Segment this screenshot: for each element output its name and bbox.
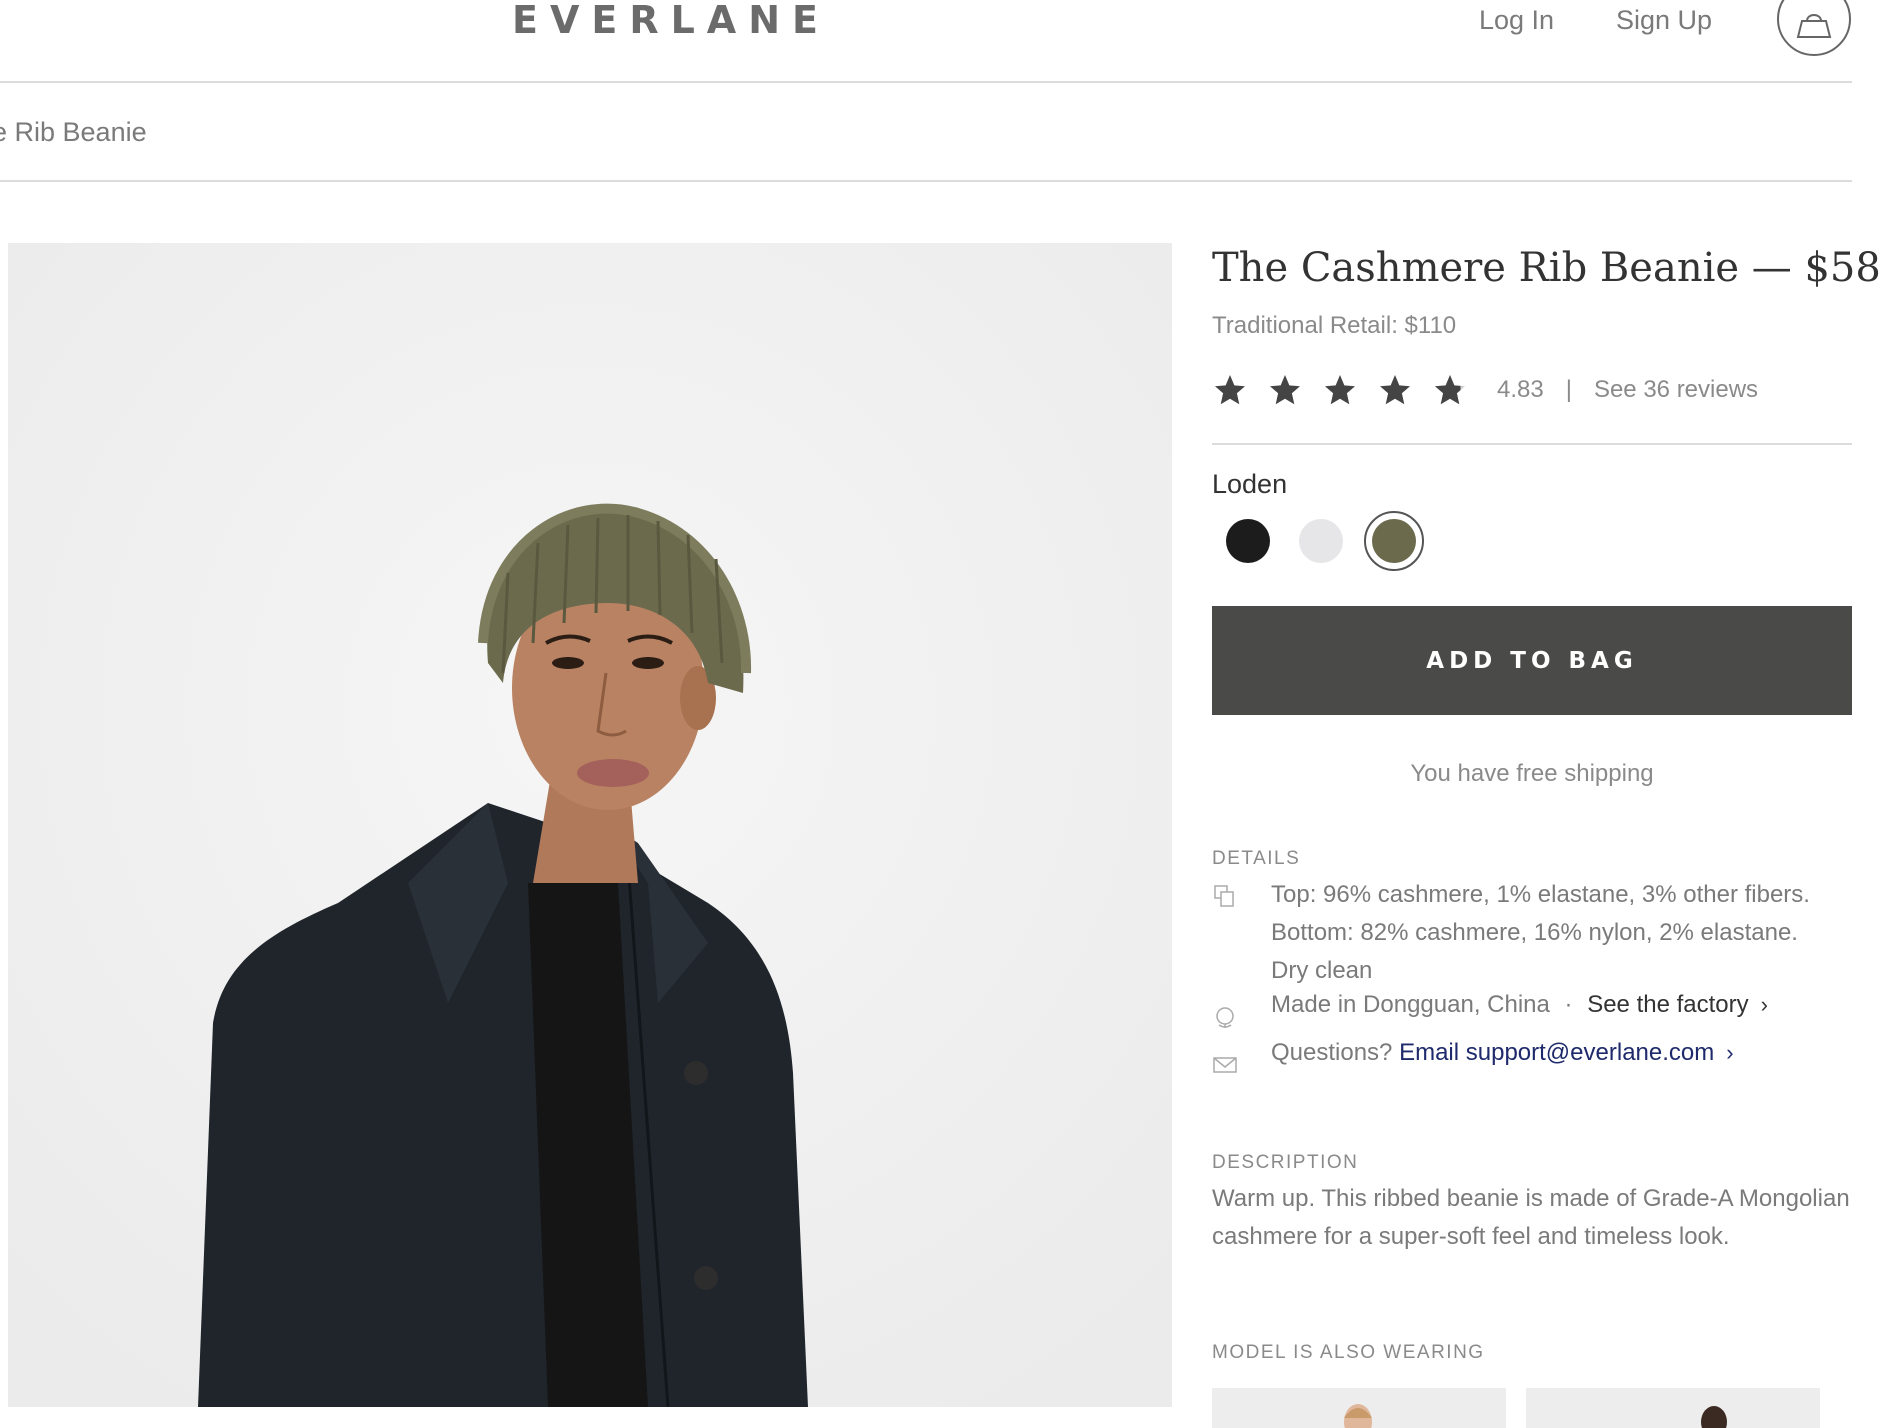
swatch-black-dot <box>1226 519 1270 563</box>
rating-divider <box>1212 443 1852 445</box>
shipping-note: You have free shipping <box>1410 760 1654 787</box>
swatch-loden[interactable] <box>1364 511 1424 571</box>
star-icon <box>1380 375 1410 405</box>
brand-logo[interactable]: EVERLANE <box>512 0 830 40</box>
description-text: Warm up. This ribbed beanie is made of G… <box>1212 1185 1850 1250</box>
related-product-photo <box>1701 1406 1727 1428</box>
mail-icon <box>1213 1057 1237 1073</box>
partial-star-icon <box>1435 375 1465 405</box>
rating-separator: | <box>1565 376 1572 403</box>
rating-value: 4.83 <box>1497 376 1544 403</box>
see-factory-label: See the factory <box>1587 991 1749 1018</box>
questions-info: Questions? Email support@everlane.com › <box>1271 1034 1851 1072</box>
details-heading: DETAILS <box>1212 848 1301 869</box>
materials-info: Top: 96% cashmere, 1% elastane, 3% other… <box>1271 876 1851 990</box>
product-image[interactable] <box>8 243 1172 1407</box>
star-icon <box>1270 375 1300 405</box>
related-product-thumb[interactable] <box>1526 1388 1820 1428</box>
traditional-retail: Traditional Retail: $110 <box>1212 312 1457 339</box>
swatch-loden-dot <box>1372 519 1416 563</box>
model-wearing-heading: MODEL IS ALSO WEARING <box>1212 1342 1485 1363</box>
origin-text: Made in Dongguan, China <box>1271 991 1550 1018</box>
chevron-right-icon: › <box>1760 992 1768 1017</box>
add-to-bag-button[interactable]: ADD TO BAG <box>1212 606 1852 715</box>
model-photo <box>8 243 1172 1407</box>
swatch-light-grey[interactable] <box>1291 511 1351 571</box>
description-heading: DESCRIPTION <box>1212 1152 1359 1173</box>
email-support-link[interactable]: Email support@everlane.com › <box>1399 1039 1734 1066</box>
see-reviews-link[interactable]: See 36 reviews <box>1594 376 1758 404</box>
header-divider <box>0 81 1852 83</box>
product-page: EVERLANE Log In Sign Up e Rib Beanie The… <box>0 0 1904 1428</box>
care-instructions: Dry clean <box>1271 957 1373 984</box>
cart-button[interactable] <box>1777 0 1851 56</box>
breadcrumb-divider <box>0 180 1852 182</box>
swatch-black[interactable] <box>1218 511 1278 571</box>
origin-info: Made in Dongguan, China · See the factor… <box>1271 986 1851 1024</box>
shopping-bag-icon <box>1796 14 1832 38</box>
materials-line-1: Top: 96% cashmere, 1% elastane, 3% other… <box>1271 881 1810 908</box>
swatch-light-grey-dot <box>1299 519 1343 563</box>
see-factory-link[interactable]: See the factory › <box>1587 991 1768 1018</box>
questions-label: Questions? <box>1271 1039 1393 1066</box>
selected-color-label: Loden <box>1212 469 1288 499</box>
globe-icon <box>1216 1007 1234 1028</box>
fabric-icon <box>1214 885 1234 907</box>
email-support-label: Email support@everlane.com <box>1399 1039 1715 1066</box>
materials-line-2: Bottom: 82% cashmere, 16% nylon, 2% elas… <box>1271 919 1798 946</box>
related-product-photo <box>1344 1404 1372 1428</box>
breadcrumb: e Rib Beanie <box>0 114 147 150</box>
star-icon <box>1215 375 1245 405</box>
star-icon <box>1325 375 1355 405</box>
rating-row: 4.83 | See 36 reviews <box>1212 370 1758 410</box>
login-link[interactable]: Log In <box>1479 2 1554 38</box>
breadcrumb-current: e Rib Beanie <box>0 117 147 147</box>
chevron-right-icon: › <box>1726 1040 1734 1065</box>
signup-link[interactable]: Sign Up <box>1616 2 1712 38</box>
product-title: The Cashmere Rib Beanie — $58 <box>1212 245 1881 291</box>
origin-separator: · <box>1564 991 1573 1018</box>
related-product-thumb[interactable] <box>1212 1388 1506 1428</box>
